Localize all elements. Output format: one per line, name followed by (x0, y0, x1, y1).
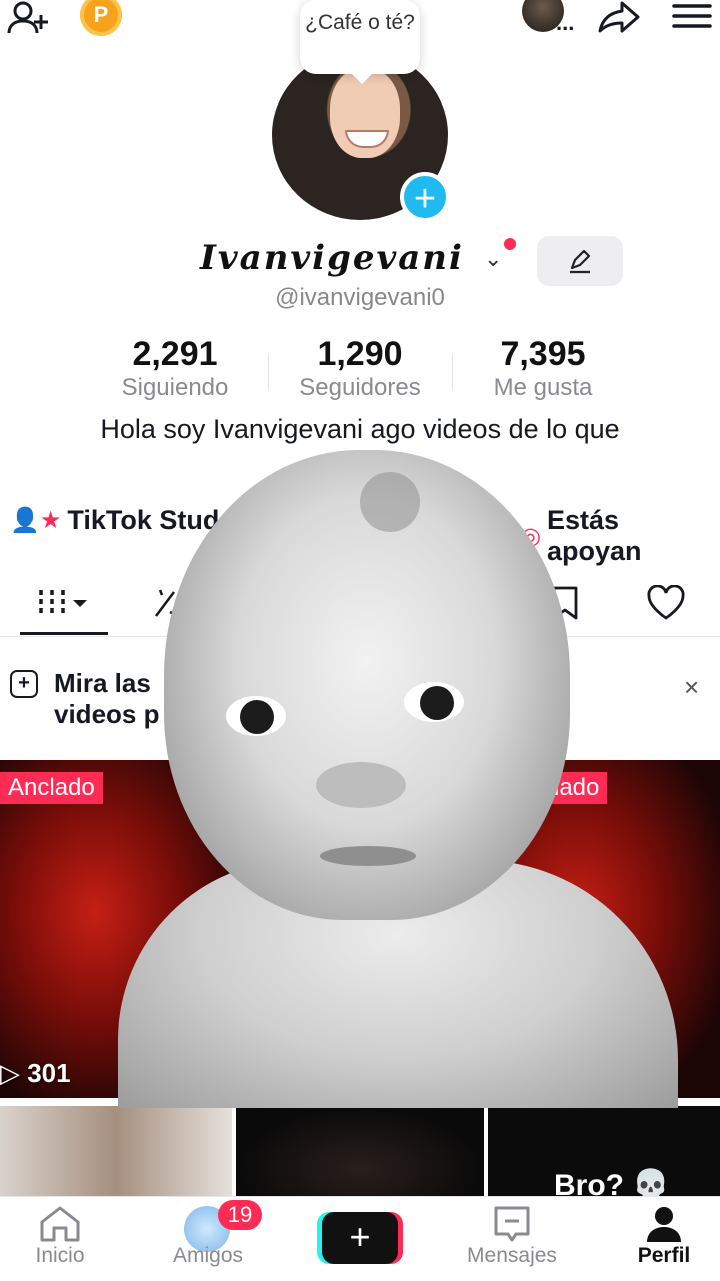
banner-line-2: videos p (54, 699, 160, 729)
stat-label: Siguiendo (121, 374, 229, 401)
pencil-icon (570, 249, 591, 274)
video-thumbnail-5[interactable] (236, 1106, 484, 1196)
tab-videos[interactable] (20, 570, 108, 636)
close-icon[interactable]: × (684, 672, 699, 703)
grid-icon (39, 590, 87, 616)
view-count: ▷ 301 (0, 1058, 71, 1088)
stat-label: Seguidores (299, 374, 421, 401)
stat-followers[interactable]: 1,290 Seguidores (280, 334, 440, 402)
baby-nose (316, 762, 406, 808)
coin-icon[interactable]: P (80, 0, 122, 36)
tiktok-studio-link[interactable]: 👤★ TikTok Stud (10, 505, 219, 536)
add-friend-icon[interactable] (6, 0, 50, 36)
nav-inbox[interactable]: Mensajes (452, 1204, 572, 1268)
message-icon (452, 1204, 572, 1244)
stat-divider (452, 354, 453, 390)
supporting-link[interactable]: ◎ Estás apoyan (520, 505, 720, 567)
bubble-text: ¿Café o té? (305, 11, 415, 34)
bio-text[interactable]: Hola soy Ivanvigevani ago videos de lo q… (0, 414, 720, 445)
baby-mouth (320, 846, 416, 866)
display-name[interactable]: Ivanvigevani (200, 238, 464, 278)
stat-following[interactable]: 2,291 Siguiendo (100, 334, 250, 402)
stat-value: 2,291 (132, 335, 218, 373)
link-label: TikTok Stud (67, 505, 220, 535)
more-dots: ... (556, 10, 575, 35)
nav-label: Inicio (35, 1244, 85, 1267)
person-star-icon: 👤★ (10, 507, 62, 534)
stat-value: 7,395 (500, 335, 586, 373)
edit-profile-button[interactable] (537, 236, 623, 286)
banner-text: Mira las videos p (54, 668, 159, 730)
home-icon (0, 1204, 120, 1244)
coin-label: P (93, 2, 109, 27)
video-thumbnail-6[interactable]: Bro? 💀 (488, 1106, 720, 1196)
video-thumbnail-4[interactable] (0, 1106, 232, 1196)
tab-liked[interactable] (636, 570, 696, 636)
nav-label: Mensajes (467, 1244, 557, 1267)
baby-right-pupil (420, 686, 454, 720)
pinned-tag: Anclado (0, 772, 103, 804)
stat-divider (268, 354, 269, 390)
add-video-icon: + (10, 670, 38, 698)
heart-icon (647, 585, 685, 620)
stat-likes[interactable]: 7,395 Me gusta (468, 334, 618, 402)
thumbnail-caption: Bro? 💀 (554, 1169, 670, 1196)
menu-icon[interactable] (670, 2, 714, 30)
status-bubble[interactable]: ¿Café o té? (300, 0, 420, 84)
chevron-down-icon[interactable]: ⌄ (484, 246, 502, 272)
baby-left-pupil (240, 700, 274, 734)
nav-label: Amigos (172, 1244, 244, 1267)
nav-home[interactable]: Inicio (0, 1204, 120, 1268)
username-handle: @ivanvigevani0 (275, 284, 445, 311)
share-icon[interactable] (596, 0, 642, 34)
notification-dot (504, 238, 516, 250)
person-icon (604, 1204, 720, 1244)
create-button[interactable]: + (322, 1212, 398, 1264)
friends-count-badge: 19 (218, 1200, 262, 1230)
baby-hair (360, 472, 420, 532)
nav-label: Perfil (637, 1244, 691, 1267)
stat-label: Me gusta (493, 374, 593, 401)
stat-value: 1,290 (317, 335, 403, 373)
nav-profile[interactable]: Perfil (604, 1204, 720, 1268)
active-tab-indicator (20, 632, 108, 635)
add-story-plus-icon[interactable]: + (400, 172, 450, 222)
link-label: Estás apoyan (546, 505, 642, 566)
banner-line-1: Mira las (54, 668, 151, 698)
